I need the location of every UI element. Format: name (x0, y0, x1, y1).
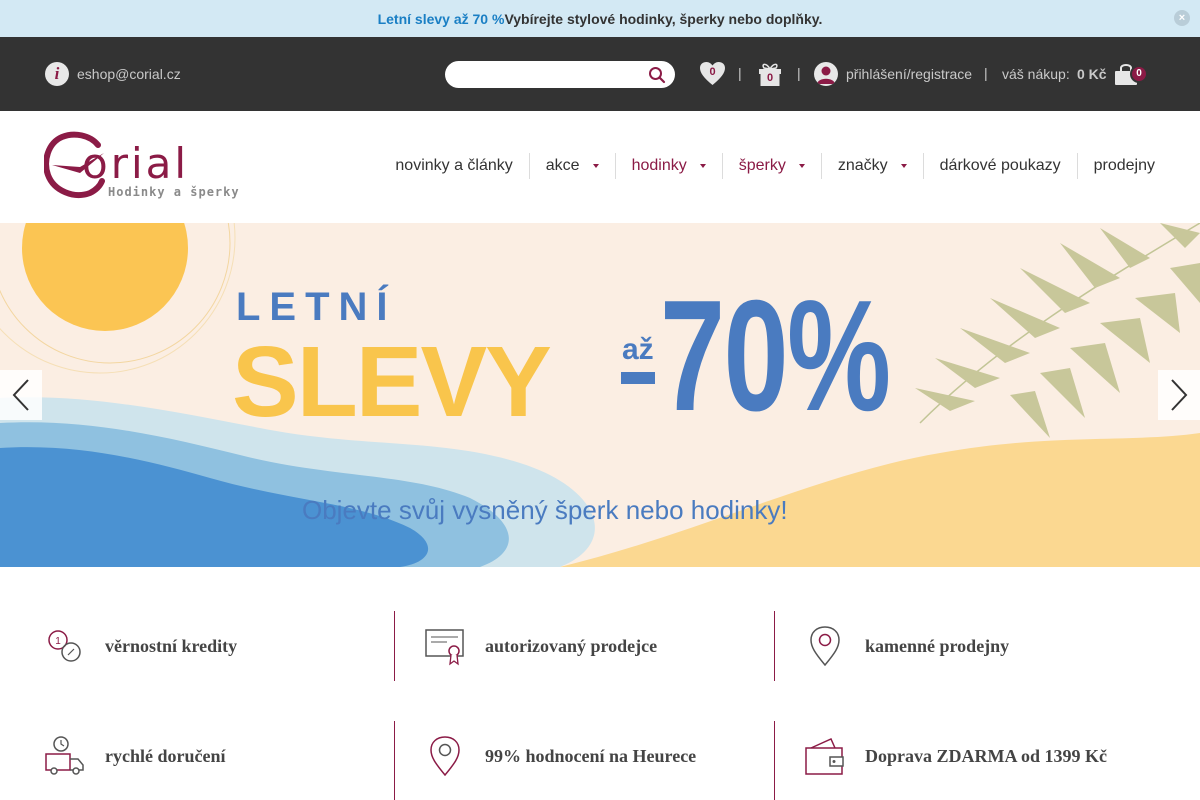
gift-button[interactable]: 0 (758, 61, 782, 87)
benefit-label: kamenné prodejny (865, 635, 1010, 656)
promo-highlight[interactable]: Letní slevy až 70 % (378, 11, 505, 27)
nav-item-label: šperky (738, 157, 786, 174)
wallet-icon (805, 738, 844, 775)
login-link[interactable]: přihlášení/registrace (846, 66, 972, 82)
benefit-item[interactable]: autorizovaný prodejce (425, 611, 657, 681)
wishlist-button[interactable]: 0 (699, 61, 726, 86)
banner-line1: LETNÍ (236, 285, 397, 329)
benefit-label: 99% hodnocení na Heurece (485, 745, 697, 766)
certificate-icon (425, 629, 464, 666)
benefit-item[interactable]: 1 věrnostní kredity (45, 611, 237, 681)
slider-next-button[interactable] (1158, 370, 1200, 420)
nav-item-poukazy[interactable]: dárkové poukazy (922, 153, 1077, 179)
nav-item-akce[interactable]: akce (528, 153, 615, 179)
search-box (445, 61, 675, 88)
benefit-item[interactable]: Doprava ZDARMA od 1399 Kč (805, 721, 1107, 791)
cart-label: váš nákup: (1002, 66, 1070, 82)
chevron-right-icon (1171, 379, 1188, 411)
banner-dash (621, 372, 655, 384)
nav-item-sperky[interactable]: šperky (721, 153, 821, 179)
gift-count: 0 (766, 72, 774, 84)
divider (394, 721, 395, 800)
close-icon[interactable]: × (1174, 10, 1190, 26)
cart-count-badge: 0 (1130, 65, 1148, 83)
nav-item-novinky[interactable]: novinky a články (379, 153, 528, 179)
promo-text: Vybírejte stylové hodinky, šperky nebo d… (504, 10, 823, 27)
promo-bar[interactable]: Letní slevy až 70 % Vybírejte stylové ho… (0, 0, 1200, 37)
site-header: orial Hodinky a šperky novinky a články … (0, 111, 1200, 223)
location-pin-icon (810, 626, 840, 666)
hero-banner[interactable]: LETNÍ SLEVY až 70% Objevte svůj vysněný … (0, 223, 1200, 567)
caret-down-icon (798, 164, 805, 168)
benefit-item[interactable]: kamenné prodejny (805, 611, 1009, 681)
caret-down-icon (900, 164, 907, 168)
nav-item-label: dárkové poukazy (939, 157, 1061, 174)
cart-total[interactable]: 0 Kč (1077, 66, 1107, 82)
caret-down-icon (699, 164, 706, 168)
nav-item-hodinky[interactable]: hodinky (614, 153, 722, 179)
benefit-label: rychlé doručení (105, 745, 226, 766)
banner-percent: 70% (660, 268, 891, 444)
search-input[interactable] (457, 61, 647, 88)
divider (394, 611, 395, 681)
logo[interactable]: orial Hodinky a šperky (44, 131, 244, 203)
email-link[interactable]: eshop@corial.cz (77, 66, 181, 82)
separator: | (797, 65, 801, 81)
banner-prefix: až (622, 333, 654, 366)
logo-wordmark: orial (82, 139, 190, 188)
top-bar: i eshop@corial.cz 0 | 0 | přihlášení/reg… (0, 37, 1200, 111)
nav-item-label: hodinky (631, 157, 687, 174)
logo-tagline: Hodinky a šperky (108, 185, 240, 199)
benefit-label: věrnostní kredity (105, 635, 238, 656)
caret-down-icon (592, 164, 599, 168)
divider (774, 611, 775, 681)
benefit-label: Doprava ZDARMA od 1399 Kč (865, 745, 1107, 766)
benefit-item[interactable]: rychlé doručení (45, 721, 225, 791)
coins-icon: 1 (48, 630, 81, 662)
nav-item-label: značky (837, 157, 888, 174)
chevron-left-icon (12, 379, 29, 411)
info-icon: i (45, 62, 69, 86)
slider-prev-button[interactable] (0, 370, 42, 420)
benefits-section: 1 věrnostní kredity autorizovaný prodejc… (0, 567, 1200, 800)
nav-item-label: akce (545, 157, 580, 174)
nav-item-label: novinky a články (395, 157, 513, 174)
user-icon[interactable] (814, 62, 838, 86)
banner-line2: SLEVY (232, 326, 552, 438)
rating-pin-icon (430, 736, 460, 776)
nav-item-prodejny[interactable]: prodejny (1076, 153, 1155, 179)
main-nav: novinky a články akce hodinky šperky zna… (379, 153, 1155, 179)
wishlist-count: 0 (709, 66, 716, 78)
divider (774, 721, 775, 800)
nav-item-label: prodejny (1093, 157, 1155, 174)
banner-subtitle: Objevte svůj vysněný šperk nebo hodinky! (302, 495, 788, 525)
svg-text:1: 1 (55, 636, 61, 647)
delivery-truck-icon (45, 736, 84, 775)
benefit-item[interactable]: 99% hodnocení na Heurece (425, 721, 696, 791)
search-icon[interactable] (648, 66, 666, 84)
separator: | (984, 65, 988, 81)
benefit-label: autorizovaný prodejce (485, 635, 658, 656)
nav-item-znacky[interactable]: značky (820, 153, 923, 179)
separator: | (738, 65, 742, 81)
